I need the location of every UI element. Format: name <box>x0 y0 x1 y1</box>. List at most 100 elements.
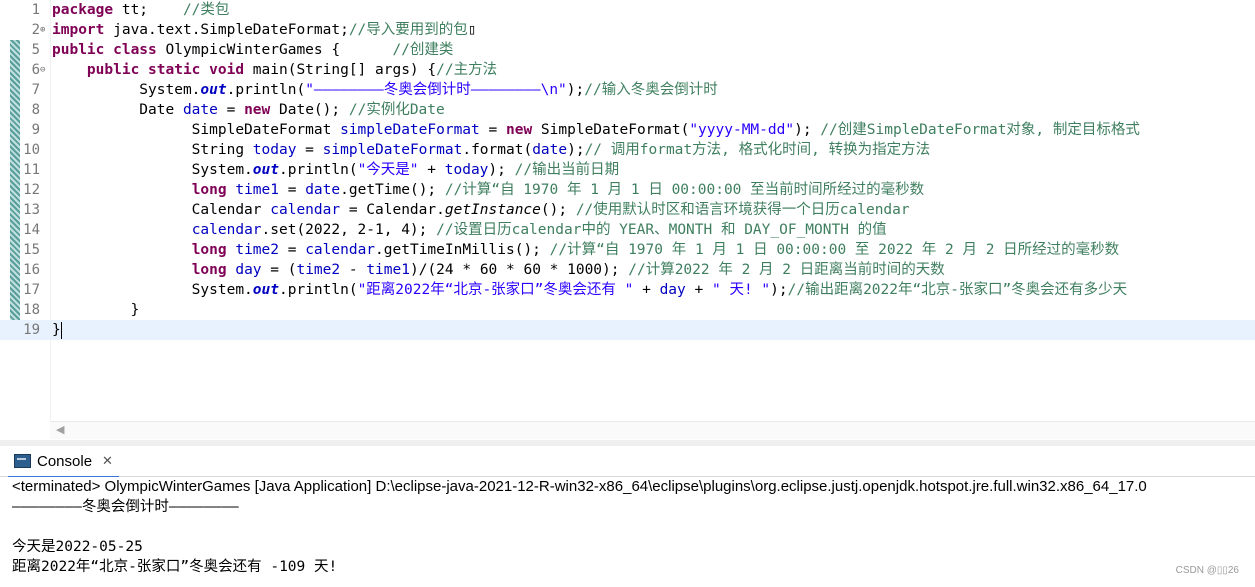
code-token: = <box>279 242 306 258</box>
console-output[interactable]: <terminated> OlympicWinterGames [Java Ap… <box>0 477 1255 587</box>
code-token: //计算“自 1970 年 1 月 1 日 00:00:00 至 2022 年 … <box>549 242 1120 258</box>
line-number: 12 <box>23 182 40 198</box>
code-token: //输出距离2022年“北京-张家口”冬奥会还有多少天 <box>787 282 1128 298</box>
code-token: out <box>252 162 279 178</box>
code-line[interactable]: 2 ⊕ import java.text.SimpleDateFormat;//导入… <box>0 20 1255 40</box>
code-token: time2 <box>235 242 279 258</box>
code-line[interactable]: 19} <box>0 320 1255 340</box>
code-text: public class OlympicWinterGames { //创建类 <box>52 40 453 60</box>
code-token: // 调用format方法, 格式化时间, 转换为指定方法 <box>584 142 931 158</box>
code-token: SimpleDateFormat <box>52 122 341 138</box>
code-token: date <box>532 142 568 158</box>
code-token: "yyyy-MM-dd" <box>689 122 795 138</box>
code-token: main(String[] args) { <box>244 62 437 78</box>
code-line[interactable]: 17 System.out.println("距离2022年“北京-张家口”冬奥… <box>0 280 1255 300</box>
collapse-fold-icon[interactable]: ⊖ <box>40 60 45 80</box>
console-tab-label: Console <box>37 452 93 470</box>
code-token: ); <box>794 122 821 138</box>
code-token: } <box>52 302 140 318</box>
code-line[interactable]: 8 Date date = new Date(); //实例化Date <box>0 100 1255 120</box>
code-token: long <box>191 262 227 278</box>
code-token: //主方法 <box>436 62 498 78</box>
code-token: ); <box>488 162 515 178</box>
code-line[interactable]: 5 public class OlympicWinterGames { //创建类 <box>0 40 1255 60</box>
code-token: public class <box>52 42 157 58</box>
code-line[interactable]: 11 System.out.println("今天是" + today); //… <box>0 160 1255 180</box>
code-line[interactable]: 10 String today = simpleDateFormat.forma… <box>0 140 1255 160</box>
code-token: //实例化Date <box>348 102 445 118</box>
line-number: 15 <box>23 242 40 258</box>
code-line[interactable]: 15 long time2 = calendar.getTimeInMillis… <box>0 240 1255 260</box>
code-token: //设置日历calendar中的 YEAR、MONTH 和 DAY_OF_MON… <box>436 222 887 238</box>
code-text: long day = (time2 - time1)/(24 * 60 * 60… <box>52 260 945 280</box>
code-token: Calendar <box>52 202 271 218</box>
code-token: new <box>505 122 533 138</box>
code-text: } <box>52 320 62 340</box>
code-token: = <box>296 142 323 158</box>
console-status: <terminated> OlympicWinterGames [Java Ap… <box>12 478 1147 495</box>
line-number: 10 <box>23 142 40 158</box>
code-token: java.text.SimpleDateFormat; <box>104 22 349 38</box>
code-token: simpleDateFormat <box>340 122 480 138</box>
code-text: public static void main(String[] args) {… <box>52 60 497 80</box>
code-token: = <box>279 182 306 198</box>
code-token: //输出当前日期 <box>514 162 620 178</box>
code-token: "距离2022年“北京-张家口”冬奥会还有 " <box>357 282 634 298</box>
line-number: 2 <box>31 22 40 38</box>
code-token: .getTimeInMillis(); <box>375 242 550 258</box>
watermark: CSDN @▯▯26 <box>1175 565 1239 576</box>
line-number: 16 <box>23 262 40 278</box>
line-number: 13 <box>23 202 40 218</box>
code-token: = <box>479 122 506 138</box>
code-token: tt; <box>113 2 183 18</box>
line-number: 11 <box>23 162 40 178</box>
line-number: 6 <box>31 62 40 78</box>
horizontal-scrollbar[interactable]: ◀ <box>50 421 1255 439</box>
code-token: time1 <box>235 182 279 198</box>
code-token: .getTime(); <box>340 182 445 198</box>
line-number: 5 <box>31 42 40 58</box>
code-token: System. <box>52 82 201 98</box>
code-token: + <box>633 282 660 298</box>
console-output-line: 距离2022年“北京-张家口”冬奥会还有 -109 天! <box>12 559 338 575</box>
code-text: long time2 = calendar.getTimeInMillis();… <box>52 240 1119 260</box>
code-line[interactable]: 14 calendar.set(2022, 2-1, 4); //设置日历cal… <box>0 220 1255 240</box>
code-token: )/(24 * 60 * 60 * 1000); <box>409 262 629 278</box>
code-token: = Calendar. <box>340 202 445 218</box>
close-icon[interactable]: ✕ <box>102 453 113 469</box>
code-line[interactable]: 16 long day = (time2 - time1)/(24 * 60 *… <box>0 260 1255 280</box>
code-text: import java.text.SimpleDateFormat;//导入要用… <box>52 20 477 40</box>
code-line[interactable]: 9 SimpleDateFormat simpleDateFormat = ne… <box>0 120 1255 140</box>
line-number: 9 <box>31 122 40 138</box>
code-token: - <box>340 262 367 278</box>
code-token: date <box>305 182 341 198</box>
code-line[interactable]: 6 ⊖ public static void main(String[] args… <box>0 60 1255 80</box>
text-caret <box>60 321 62 339</box>
code-token: date <box>182 102 218 118</box>
code-token: Date(); <box>270 102 349 118</box>
scroll-left-arrow-icon[interactable]: ◀ <box>56 423 64 436</box>
code-line[interactable]: 12 long time1 = date.getTime(); //计算“自 1… <box>0 180 1255 200</box>
line-number: 19 <box>23 322 40 338</box>
code-text: } <box>52 300 140 320</box>
console-icon <box>14 454 31 468</box>
code-token: package <box>52 2 114 18</box>
code-token: public static void <box>86 62 245 78</box>
code-token: today <box>444 162 489 178</box>
code-token: } <box>52 322 61 338</box>
code-line[interactable]: 7 System.out.println("————————冬奥会倒计时————… <box>0 80 1255 100</box>
console-output-line: ————————冬奥会倒计时———————— <box>12 499 239 515</box>
code-line[interactable]: 13 Calendar calendar = Calendar.getInsta… <box>0 200 1255 220</box>
code-line[interactable]: 1 package tt; //类包 <box>0 0 1255 20</box>
code-text: System.out.println("今天是" + today); //输出当… <box>52 160 619 180</box>
code-token: calendar <box>191 222 262 238</box>
code-line[interactable]: 18 } <box>0 300 1255 320</box>
code-editor[interactable]: 1 package tt; //类包 2 ⊕ import java.text.Simp… <box>0 0 1255 440</box>
tab-console[interactable]: Console ✕ <box>8 446 119 478</box>
line-number: 7 <box>31 82 40 98</box>
expand-fold-icon[interactable]: ⊕ <box>40 20 45 40</box>
code-token: long <box>191 242 227 258</box>
